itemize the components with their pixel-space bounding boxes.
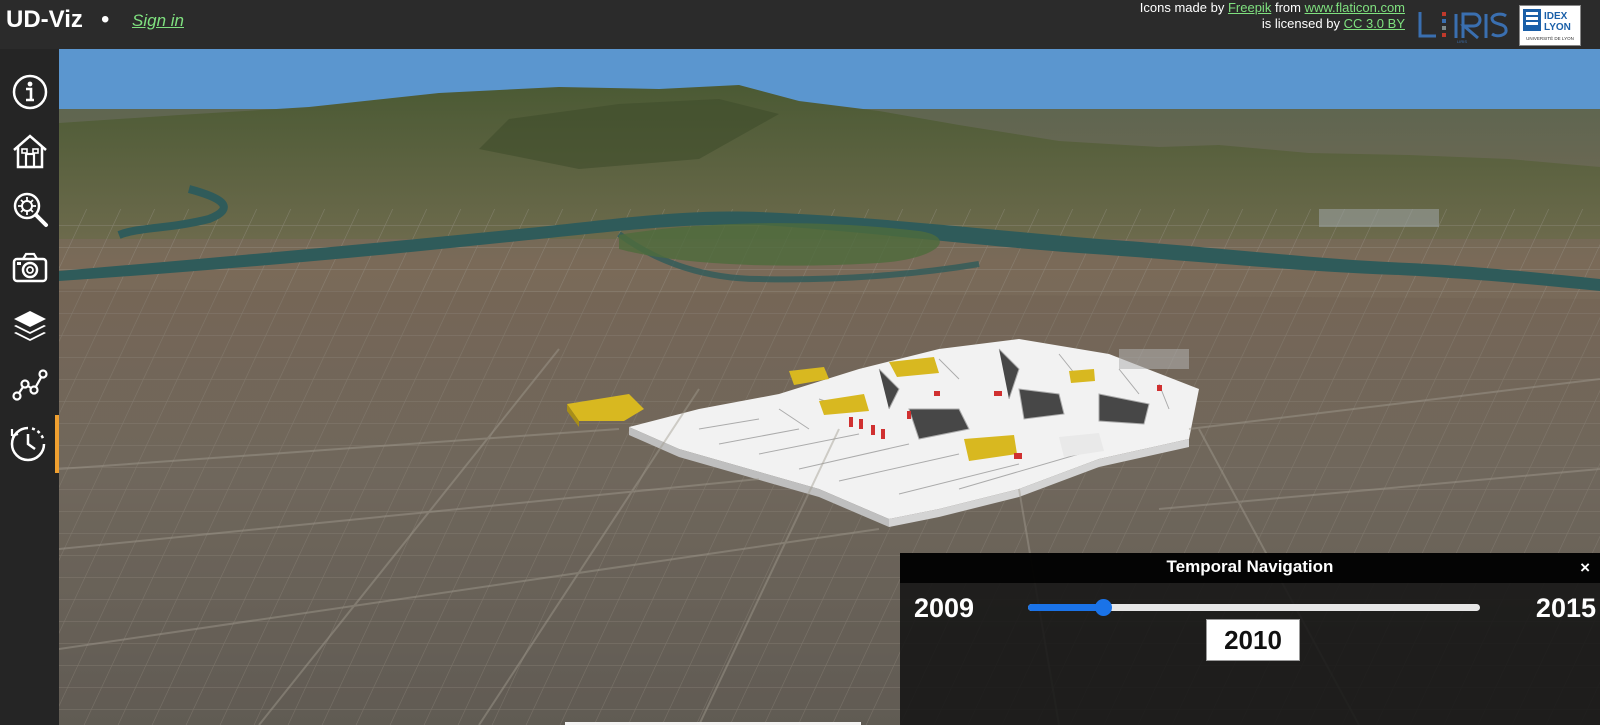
svg-text:LYON: LYON xyxy=(1544,22,1571,33)
max-year-label: 2015 xyxy=(1535,593,1596,623)
home-icon xyxy=(12,134,47,169)
liris-logo-text: LIRIS xyxy=(1457,39,1467,44)
svg-text:UNIVERSITÉ DE LYON: UNIVERSITÉ DE LYON xyxy=(1526,35,1574,41)
layers-button[interactable] xyxy=(0,297,59,355)
icon-credits: Icons made by Freepik from www.flaticon.… xyxy=(1140,0,1405,32)
highlighted-building xyxy=(1069,369,1095,383)
app-title: UD-Viz xyxy=(6,6,83,33)
graph-button[interactable] xyxy=(0,356,59,414)
camera-button[interactable] xyxy=(0,239,59,297)
license-link[interactable]: CC 3.0 BY xyxy=(1344,16,1405,31)
idex-lyon-logo: IDEX LYON UNIVERSITÉ DE LYON xyxy=(1519,5,1581,46)
temporal-clock-icon xyxy=(10,426,45,462)
info-icon xyxy=(12,74,47,110)
camera-icon xyxy=(12,252,47,283)
temporal-window-title: Temporal Navigation xyxy=(900,553,1600,583)
svg-text:IDEX: IDEX xyxy=(1544,11,1568,22)
sign-in-link[interactable]: Sign in xyxy=(132,11,184,31)
layers-icon xyxy=(13,311,46,341)
credits-prefix: Icons made by xyxy=(1139,0,1225,15)
temporal-button[interactable] xyxy=(0,415,59,473)
min-year-label: 2009 xyxy=(914,593,975,623)
city-object-search-icon xyxy=(13,192,48,227)
flaticon-link[interactable]: www.flaticon.com xyxy=(1305,0,1405,15)
top-header: UD-Viz • Sign in Icons made by Freepik f… xyxy=(0,0,1600,49)
slider-fill xyxy=(1028,604,1104,611)
license-prefix: is licensed by xyxy=(1261,16,1340,31)
close-icon[interactable]: × xyxy=(1580,558,1590,578)
slider-handle[interactable] xyxy=(1095,599,1113,616)
title-dot: • xyxy=(101,6,110,33)
temporal-navigation-window: Temporal Navigation × 2009 2015 2010 xyxy=(900,553,1600,725)
graph-icon xyxy=(11,369,48,401)
info-button[interactable] xyxy=(0,63,59,121)
credits-from: from xyxy=(1274,0,1301,15)
year-slider[interactable] xyxy=(1028,599,1480,616)
city-object-search-button[interactable] xyxy=(0,180,59,238)
freepik-link[interactable]: Freepik xyxy=(1228,0,1271,15)
current-year-box[interactable]: 2010 xyxy=(1206,619,1300,661)
left-toolbar xyxy=(0,49,59,725)
liris-logo: LIRIS xyxy=(1418,12,1508,44)
home-button[interactable] xyxy=(0,122,59,180)
